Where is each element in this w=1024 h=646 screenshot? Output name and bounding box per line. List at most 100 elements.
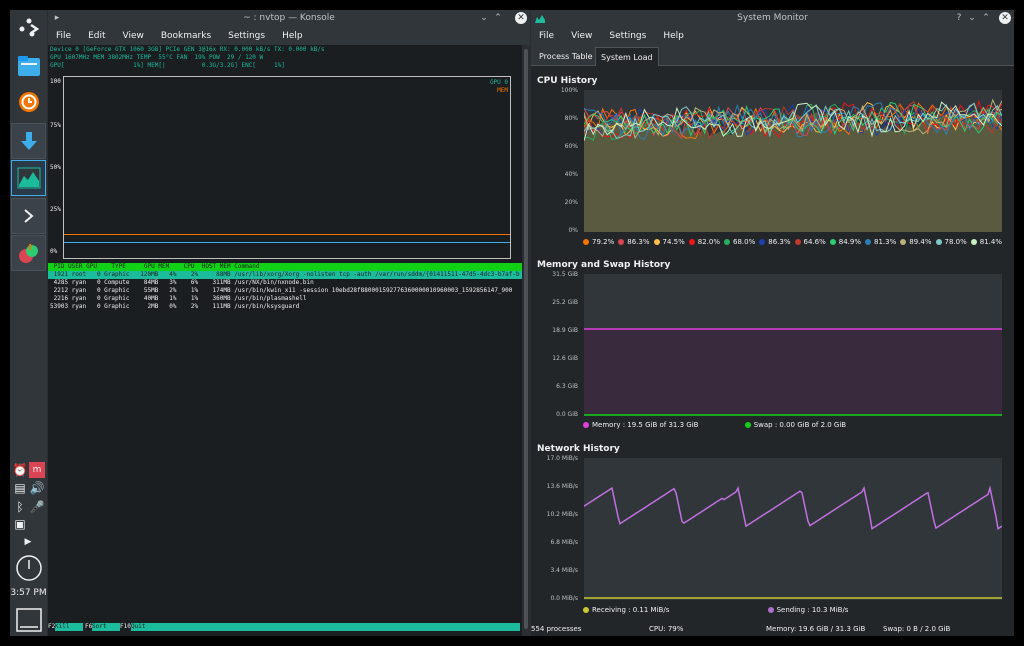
menu-settings[interactable]: Settings [228, 31, 265, 41]
fkey-kill-button[interactable]: Kill [55, 623, 83, 631]
sysmon-titlebar[interactable]: System Monitor ? ⌄ ⌃ ✕ [531, 10, 1014, 27]
cpu-legend-dot [724, 239, 730, 245]
konsole-menubar: File Edit View Bookmarks Settings Help [48, 27, 530, 45]
status-memory: Memory: 19.6 GiB / 31.3 GiB [766, 625, 866, 633]
network-legend: Receiving : 0.11 MiB/s Sending : 10.3 Mi… [583, 606, 852, 614]
terminal-view[interactable]: Device 0 [GeForce GTX 1060 3GB] PCIe GEN… [48, 45, 522, 636]
fkey-quit-button[interactable]: Quit [131, 623, 520, 631]
menu-file[interactable]: File [56, 31, 71, 41]
memory-legend: Memory : 19.5 GiB of 31.3 GiB Swap : 0.0… [583, 421, 850, 429]
table-row[interactable]: 2212 ryan 0 Graphic 55MB 2% 1% 174MB /us… [50, 287, 513, 295]
tab-system-load[interactable]: System Load [595, 47, 659, 66]
dolphin-icon[interactable] [13, 50, 45, 82]
cpu-legend-label: 79.2% [592, 238, 615, 246]
network-y-tick: 10.2 MiB/s [546, 511, 578, 518]
swap-legend-dot [744, 422, 751, 428]
bluetooth-icon[interactable]: ᛒ [12, 499, 28, 515]
cpu-legend-label: 81.3% [874, 238, 897, 246]
expand-tray-icon[interactable]: ▶ [20, 534, 36, 550]
tab-bar: Process Table System Load [531, 45, 1014, 66]
sending-legend-dot [767, 607, 774, 613]
memory-y-tick: 0.0 GiB [556, 411, 578, 418]
konsole-titlebar[interactable]: ▸ ~ : nvtop — Konsole ⌄ ⌃ ✕ [48, 10, 530, 27]
gpu-graph-line [64, 242, 510, 243]
table-row[interactable]: 4285 ryan 0 Compute 84MB 3% 6% 311MB /us… [50, 279, 314, 287]
fkey-sort-button[interactable]: Sort [92, 623, 120, 631]
scrollbar-thumb[interactable] [524, 49, 528, 629]
cpu-legend-item: 82.0% [688, 238, 720, 246]
sending-line [583, 485, 1003, 530]
cpu-legend-item: 86.3% [618, 238, 650, 246]
cpu-legend-dot [829, 239, 836, 245]
cpu-history-title: CPU History [537, 76, 598, 86]
desktop: ⏰ m ▤ 🔊 ᛒ 🎤 ▣ ▶ 3:57 PM ▸ ~ : nvtop — Ko… [10, 10, 1014, 636]
kde-launcher-icon[interactable] [13, 12, 45, 44]
alarm-icon[interactable]: ⏰ [12, 462, 28, 478]
cpu-y-tick: 80% [564, 115, 578, 122]
volume-icon[interactable]: 🔊 [29, 480, 45, 496]
cpu-legend-label: 78.0% [944, 238, 967, 246]
cpu-legend-dot [653, 239, 660, 245]
cpu-legend-dot [688, 239, 695, 245]
cpu-legend-item: 81.4% [970, 238, 1002, 246]
process-table-header[interactable]: PID USER GPU TYPE GPU MEM CPU HOST MEM C… [48, 263, 522, 271]
cpu-y-tick: 40% [564, 171, 578, 178]
clipboard-icon[interactable]: ▤ [12, 480, 28, 496]
system-monitor-window: System Monitor ? ⌄ ⌃ ✕ File View Setting… [531, 10, 1014, 636]
help-icon[interactable]: ? [952, 11, 966, 25]
system-monitor-icon[interactable] [11, 160, 46, 196]
memory-y-tick: 6.3 GiB [556, 383, 578, 390]
show-desktop-icon[interactable] [13, 604, 45, 636]
status-swap: Swap: 0 B / 2.0 GiB [883, 625, 951, 633]
menu-view[interactable]: View [123, 31, 144, 41]
minimize-icon[interactable]: ⌄ [477, 11, 491, 25]
menu-bookmarks[interactable]: Bookmarks [161, 31, 211, 41]
status-bar: 554 processes CPU: 79% Memory: 19.6 GiB … [531, 622, 1014, 636]
cpu-legend-dot [900, 239, 907, 245]
window-title: System Monitor [737, 13, 808, 23]
close-icon[interactable]: ✕ [999, 12, 1011, 24]
power-icon[interactable] [13, 552, 45, 584]
minimize-icon[interactable]: ⌄ [965, 11, 979, 25]
network-history-title: Network History [537, 444, 620, 454]
close-icon[interactable]: ✕ [515, 12, 527, 24]
menu-view[interactable]: View [571, 31, 592, 41]
cpu-legend-label: 86.3% [768, 238, 791, 246]
maximize-icon[interactable]: ⌃ [979, 11, 993, 25]
nomachine-icon[interactable]: m [29, 462, 45, 478]
table-row[interactable]: 1921 root 0 Graphic 120MB 4% 2% 88MB /us… [48, 271, 522, 279]
memory-legend-label: Memory : 19.5 GiB of 31.3 GiB [592, 421, 699, 429]
function-key-bar: F2 Kill F6 Sort F10 Quit [48, 623, 522, 631]
receiving-legend-label: Receiving : 0.11 MiB/s [592, 606, 670, 614]
ktimer-icon[interactable] [13, 86, 45, 118]
memory-history-plot [584, 274, 1002, 416]
menu-settings[interactable]: Settings [609, 31, 646, 41]
network-history-graph [583, 485, 1003, 599]
cpu-legend-item: 86.3% [759, 238, 791, 246]
menu-help[interactable]: Help [663, 31, 684, 41]
graph-y-50: 50% [50, 164, 61, 171]
memory-legend-item: Memory : 19.5 GiB of 31.3 GiB [583, 421, 698, 429]
tab-process-table[interactable]: Process Table [534, 47, 598, 66]
graph-legend-mem: MEM [497, 87, 508, 94]
microphone-icon[interactable]: 🎤 [29, 499, 45, 515]
fkey-quit-key: F10 [120, 623, 131, 630]
table-row[interactable]: 53903 ryan 0 Graphic 2MB 0% 2% 111MB /us… [50, 303, 299, 311]
terminal-scrollbar[interactable] [522, 45, 530, 636]
konsole-icon[interactable] [11, 198, 46, 234]
network-y-tick: 13.6 MiB/s [546, 483, 578, 490]
menu-help[interactable]: Help [282, 31, 303, 41]
cpu-legend-dot [794, 239, 801, 245]
cpu-y-tick: 60% [564, 143, 578, 150]
menu-file[interactable]: File [539, 31, 554, 41]
download-icon[interactable] [11, 123, 46, 159]
game-icon[interactable] [11, 235, 46, 271]
memory-history-title: Memory and Swap History [537, 260, 671, 270]
network-y-tick: 17.0 MiB/s [546, 455, 578, 462]
menu-edit[interactable]: Edit [88, 31, 105, 41]
maximize-icon[interactable]: ⌃ [491, 11, 505, 25]
clock[interactable]: 3:57 PM [10, 588, 47, 598]
display-icon[interactable]: ▣ [12, 516, 28, 532]
table-row[interactable]: 2216 ryan 0 Graphic 40MB 1% 1% 360MB /us… [50, 295, 307, 303]
clock-line: GPU 1607MHz MEM 3802MHz TEMP 55°C FAN 19… [50, 54, 264, 61]
